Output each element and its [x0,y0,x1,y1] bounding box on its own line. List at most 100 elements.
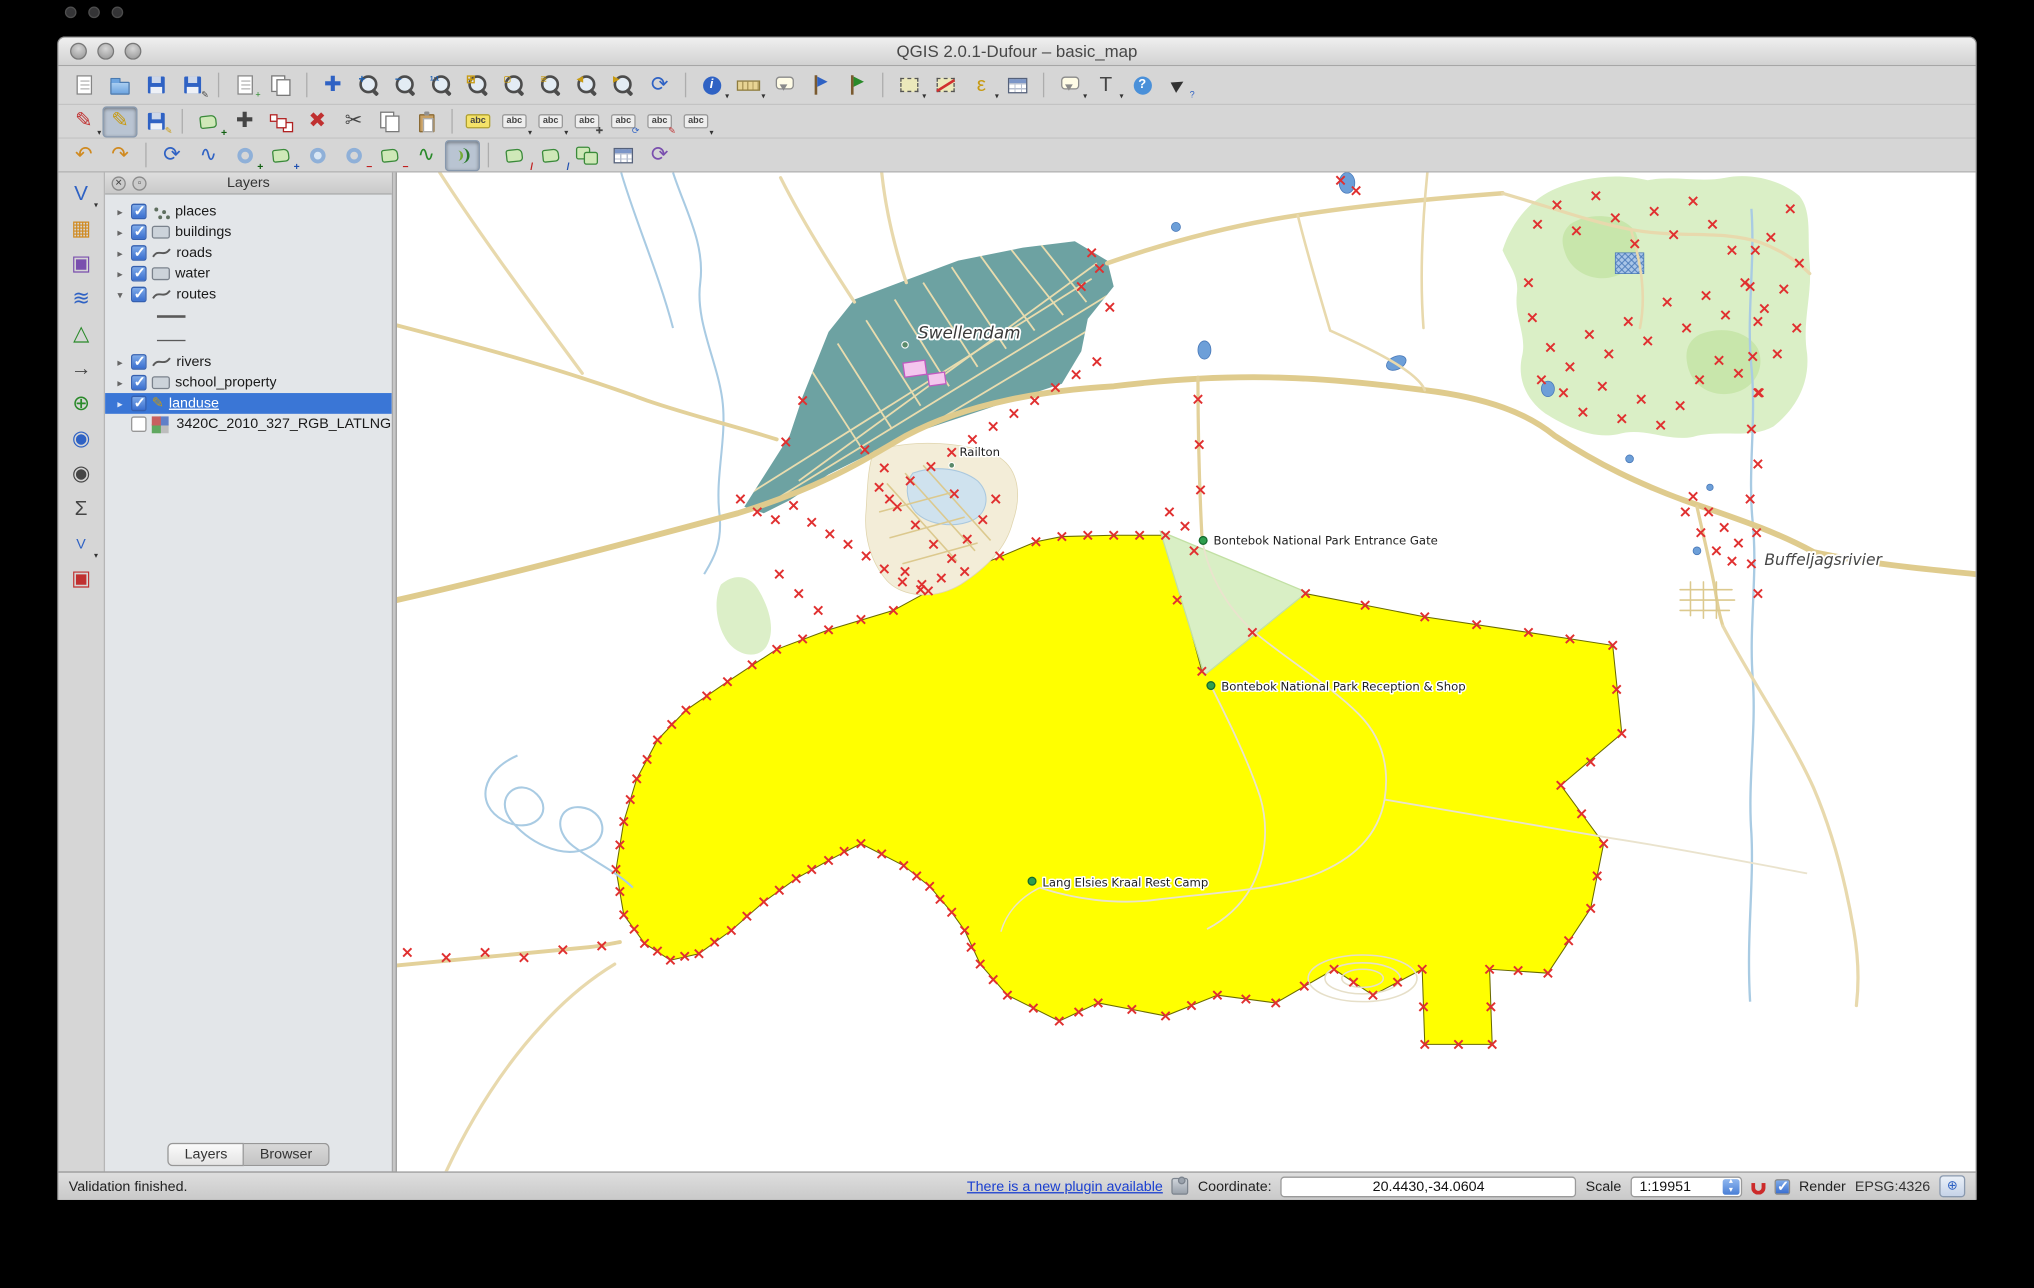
expand-arrow-icon[interactable]: ▸ [114,226,126,238]
spatial-query-button[interactable]: ⊕ [64,389,98,420]
georeferencer-button[interactable]: ▦ [64,214,98,245]
evis-button[interactable]: ▣ [64,564,98,595]
delete-part-button[interactable]: − [372,139,409,171]
change-label-button[interactable]: abc ✎ [642,106,677,137]
zoom-full-button[interactable]: ⊞ [461,69,496,100]
offset-curve-button[interactable] [444,139,480,171]
layer-row-places[interactable]: ▸ places [105,201,392,222]
expand-arrow-icon[interactable]: ▸ [114,247,126,259]
routes-symbol-row[interactable] [105,328,392,351]
collapse-arrow-icon[interactable]: ▾ [114,289,126,301]
expand-arrow-icon[interactable]: ▸ [114,398,126,410]
pan-map-button[interactable]: ✚ [315,69,350,100]
titlebar[interactable]: QGIS 2.0.1-Dufour – basic_map [58,37,1976,67]
rotate-point-symbols-button[interactable]: ⟳ [642,139,677,170]
layer-row-rivers[interactable]: ▸ rivers [105,352,392,373]
terrain-analysis-button[interactable]: △ [64,319,98,350]
new-bookmark-button[interactable] [803,69,838,100]
layer-row-routes[interactable]: ▾ routes [105,284,392,305]
layer-visibility-checkbox[interactable] [131,374,147,391]
add-part-button[interactable]: + [263,139,300,171]
split-features-button[interactable]: / [497,139,533,171]
magnet-icon[interactable] [1750,1182,1766,1195]
road-graph-button[interactable]: → [64,354,98,385]
raster-tools-button[interactable]: ▣ [64,249,98,280]
layer-visibility-checkbox[interactable] [131,285,147,303]
reshape-features-button[interactable]: ∿ [409,139,444,170]
new-composer-button[interactable]: + [227,69,262,100]
layer-row-buildings[interactable]: ▸ buildings [105,222,392,243]
map-canvas[interactable]: Swellendam Railton Bontebok National Par… [396,172,1976,1172]
zoom-out-button[interactable]: − [388,69,423,100]
layer-visibility-checkbox[interactable] [131,394,147,412]
delete-selected-button[interactable]: ✖ [300,106,335,137]
layer-row-landuse[interactable]: ▸ ✎ landuse [105,393,392,414]
panel-float-button[interactable]: ▫ [132,175,147,191]
label-properties-button[interactable]: abc ▾ [678,106,713,137]
undo-button[interactable]: ↶ [66,139,101,170]
identify-features-button[interactable]: i ▾ [694,69,729,101]
merge-attributes-button[interactable] [606,139,641,170]
zoom-window-button[interactable] [124,42,142,60]
simplify-feature-button[interactable]: ∿ [191,139,226,170]
layer-visibility-checkbox[interactable] [131,202,147,220]
select-by-expression-button[interactable]: ε ▾ [964,69,999,101]
vector-dropdown-button[interactable]: V ▾ [64,529,98,560]
statistics-button[interactable]: Σ [64,494,98,525]
merge-features-button[interactable] [569,139,604,170]
tab-layers[interactable]: Layers [167,1142,245,1167]
deselect-features-button[interactable] [927,69,962,100]
move-label-button[interactable]: abc ✚ [569,106,604,137]
rotate-feature-button[interactable]: ⟳ [154,139,189,170]
refresh-map-button[interactable]: ⟳ [642,69,677,100]
cut-features-button[interactable]: ✂ [336,106,371,137]
toggle-editing-button[interactable]: ✎ [102,105,138,137]
gps-tools-button[interactable]: ◉ [64,459,98,490]
measure-button[interactable]: ▾ [730,69,765,101]
show-bookmarks-button[interactable] [839,69,874,100]
composer-manager-button[interactable] [263,69,298,100]
globe-plugin-button[interactable]: ◉ [64,424,98,455]
pin-labels-button[interactable]: abc ▾ [497,106,532,137]
add-ring-button[interactable]: + [227,139,263,171]
help-button[interactable]: ? [1125,69,1160,100]
tab-browser[interactable]: Browser [244,1142,330,1167]
save-project-as-button[interactable]: ✎ [175,69,210,100]
zoom-in-button[interactable]: + [352,69,387,100]
routes-symbol-row[interactable] [105,305,392,328]
add-feature-button[interactable]: + [191,106,227,138]
panel-close-button[interactable]: ✕ [111,175,126,191]
layer-labeling-button[interactable]: abc [461,106,496,137]
whats-this-button[interactable]: ? [1161,69,1196,100]
show-hide-labels-button[interactable]: abc ▾ [533,106,568,137]
layer-visibility-checkbox[interactable] [131,353,147,370]
layer-row-water[interactable]: ▸ water [105,263,392,284]
zoom-native-button[interactable]: 1:1 [424,69,459,100]
layer-row-school-property[interactable]: ▸ school_property [105,372,392,393]
fill-ring-button[interactable] [300,139,335,170]
rotate-label-button[interactable]: abc ⟳ [606,106,641,137]
render-checkbox[interactable] [1774,1177,1790,1194]
split-parts-button[interactable]: / [533,139,569,171]
interpolation-button[interactable]: ≋ [64,284,98,315]
scale-combo[interactable]: 1:19951 ▴ ▾ [1630,1175,1742,1197]
zoom-next-button[interactable]: ▶ [606,69,641,100]
delete-ring-button[interactable]: − [336,139,372,171]
redo-button[interactable]: ↷ [102,139,137,170]
close-window-button[interactable] [70,42,87,60]
combo-stepper-icon[interactable]: ▴ ▾ [1722,1178,1740,1195]
label-tool-button[interactable]: T ▾ [1088,69,1124,101]
layer-visibility-checkbox[interactable] [131,223,147,240]
expand-arrow-icon[interactable]: ▸ [114,377,126,389]
coordinate-input[interactable]: 20.4430,-34.0604 [1280,1175,1577,1197]
node-tool-button[interactable] [263,106,298,137]
save-layer-edits-button[interactable]: ✎ [139,106,174,137]
layer-row-roads[interactable]: ▸ roads [105,243,392,264]
layer-visibility-checkbox[interactable] [131,416,147,432]
text-annotation-button[interactable]: ▾ [1052,69,1087,101]
expand-arrow-icon[interactable]: ▸ [114,268,126,280]
crs-status-button[interactable]: ⊕ [1939,1175,1966,1198]
plugin-available-link[interactable]: There is a new plugin available [967,1179,1163,1195]
select-features-button[interactable]: ▾ [891,69,926,101]
current-edits-button[interactable]: ✎ ▾ [66,106,101,137]
